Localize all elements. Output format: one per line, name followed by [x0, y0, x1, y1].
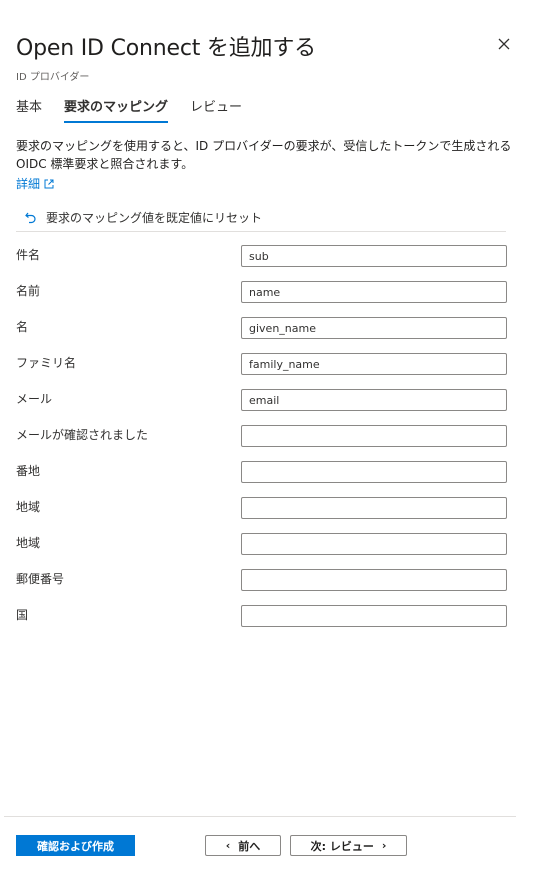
chevron-right-icon: ›: [381, 839, 387, 852]
learn-more-label: 詳細: [16, 177, 41, 191]
field-label: 地域: [16, 536, 41, 550]
email-input[interactable]: [241, 389, 507, 411]
country-input[interactable]: [241, 605, 507, 627]
field-email: メール: [16, 389, 507, 411]
page-title: Open ID Connect を追加する: [16, 36, 316, 61]
given-name-input[interactable]: [241, 317, 507, 339]
street-address-input[interactable]: [241, 461, 507, 483]
next-review-button[interactable]: 次: レビュー ›: [290, 835, 407, 856]
field-label: 名: [16, 320, 29, 334]
name-input[interactable]: [241, 281, 507, 303]
field-label: 国: [16, 608, 29, 622]
learn-more-link[interactable]: 詳細: [16, 175, 54, 192]
tab-bar: 基本 要求のマッピング レビュー: [16, 96, 242, 123]
locality-input[interactable]: [241, 497, 507, 519]
reset-mappings-label: 要求のマッピング値を既定値にリセット: [46, 211, 263, 225]
chevron-left-icon: ‹: [225, 839, 231, 852]
field-name: 名前: [16, 281, 507, 303]
tab-review[interactable]: レビュー: [190, 96, 242, 123]
tab-claims-mapping[interactable]: 要求のマッピング: [64, 96, 169, 123]
field-email-verified: メールが確認されました: [16, 425, 507, 447]
description-text: 要求のマッピングを使用すると、ID プロバイダーの要求が、受信したトークンで生成…: [16, 139, 512, 171]
field-label: メール: [16, 392, 53, 406]
field-label: 番地: [16, 464, 41, 478]
undo-icon: [25, 212, 36, 223]
footer-divider: [4, 816, 516, 817]
field-label: メールが確認されました: [16, 428, 149, 442]
family-name-input[interactable]: [241, 353, 507, 375]
field-family-name: ファミリ名: [16, 353, 507, 375]
field-region: 地域: [16, 533, 507, 555]
tab-basics[interactable]: 基本: [16, 96, 42, 123]
field-label: 件名: [16, 248, 41, 262]
email-verified-input[interactable]: [241, 425, 507, 447]
field-locality: 地域: [16, 497, 507, 519]
region-input[interactable]: [241, 533, 507, 555]
postal-code-input[interactable]: [241, 569, 507, 591]
page-subtitle: ID プロバイダー: [16, 72, 90, 83]
reset-mappings-button[interactable]: 要求のマッピング値を既定値にリセット: [16, 204, 506, 232]
next-label: 次: レビュー: [310, 839, 374, 853]
field-postal-code: 郵便番号: [16, 569, 507, 591]
close-button[interactable]: [494, 34, 514, 54]
subject-input[interactable]: [241, 245, 507, 267]
panel-header: Open ID Connect を追加する ID プロバイダー: [16, 30, 514, 83]
external-link-icon: [44, 179, 54, 188]
previous-button[interactable]: ‹ 前へ: [205, 835, 281, 856]
field-subject: 件名: [16, 245, 507, 267]
field-given-name: 名: [16, 317, 507, 339]
field-label: 郵便番号: [16, 572, 65, 586]
field-street-address: 番地: [16, 461, 507, 483]
close-icon: [498, 38, 510, 50]
previous-label: 前へ: [238, 839, 261, 853]
review-create-button[interactable]: 確認および作成: [16, 835, 135, 856]
field-label: 名前: [16, 284, 41, 298]
field-country: 国: [16, 605, 507, 627]
field-label: 地域: [16, 500, 41, 514]
field-label: ファミリ名: [16, 356, 77, 370]
